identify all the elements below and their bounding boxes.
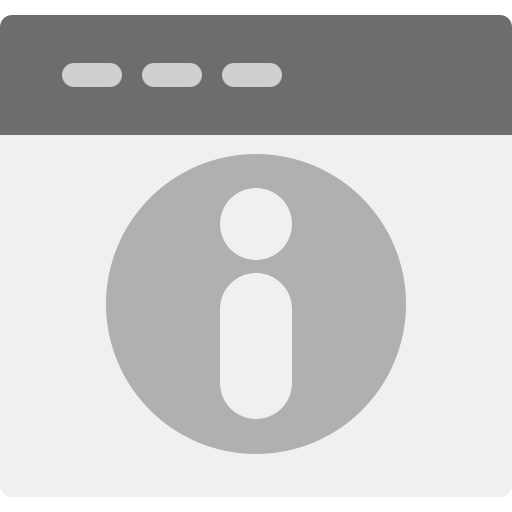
info-icon	[106, 154, 406, 454]
window-titlebar	[0, 15, 512, 135]
info-stem	[220, 273, 292, 419]
window-control-3[interactable]	[222, 63, 282, 87]
info-dot	[220, 188, 292, 260]
window-control-2[interactable]	[142, 63, 202, 87]
window-control-1[interactable]	[62, 63, 122, 87]
browser-window-illustration	[0, 0, 512, 512]
